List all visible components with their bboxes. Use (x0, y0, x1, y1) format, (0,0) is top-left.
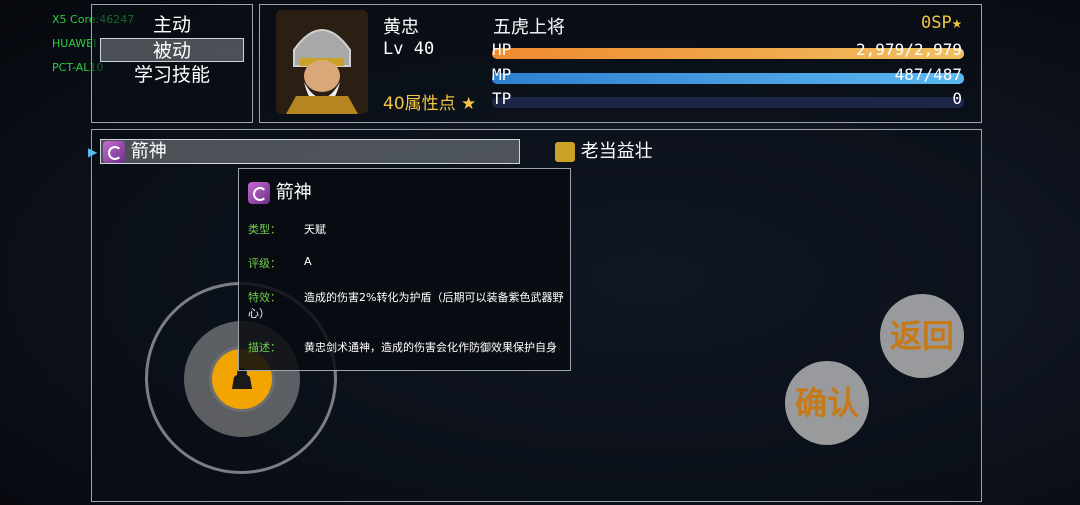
tooltip-grade-value: A (304, 255, 312, 268)
skill-laodangyizhuang-label: 老当益壮 (580, 141, 653, 162)
tooltip-skill-icon (248, 182, 270, 204)
confirm-button[interactable]: 确认 (785, 361, 869, 445)
selection-cursor-icon: ▶ (88, 145, 98, 159)
tooltip-title: 箭神 (248, 178, 312, 204)
tooltip-effect-value-cont: 心） (248, 307, 270, 320)
menu-learn-skills[interactable]: 学习技能 (100, 63, 244, 87)
skill-item-laodangyizhuang[interactable]: 老当益壮 (555, 139, 653, 164)
hp-label: HP (492, 40, 512, 59)
sp-star-icon: ★ (951, 13, 962, 33)
tooltip-effect-label: 特效： (248, 291, 281, 304)
sp-counter: 0SP★ (921, 13, 962, 33)
hero-level: Lv 40 (383, 39, 435, 59)
hero-portrait (276, 10, 368, 114)
star-icon: ★ (461, 94, 477, 114)
tooltip-title-text: 箭神 (275, 182, 312, 203)
menu-active-skills[interactable]: 主动 (100, 13, 244, 37)
hp-value: 2,979/2,979 (856, 40, 962, 59)
tooltip-desc-value: 黄忠剑术通神，造成的伤害会化作防御效果保护自身 (304, 341, 557, 354)
skill-jianshen-label: 箭神 (130, 141, 167, 162)
back-button[interactable]: 返回 (880, 294, 964, 378)
hero-name: 黄忠 (383, 17, 419, 38)
tooltip-type-label: 类型： (248, 223, 281, 236)
attribute-points: 40属性点 ★ (383, 89, 476, 114)
menu-passive-skills[interactable]: 被动 (100, 38, 244, 62)
mp-label: MP (492, 65, 512, 84)
skill-jianshen-icon (103, 141, 125, 163)
hero-title: 五虎上将 (493, 17, 565, 38)
debug-brand-text: HUAWEI (52, 37, 97, 50)
tp-value: 0 (952, 89, 962, 108)
tooltip-effect-value: 造成的伤害2%转化为护盾（后期可以装备紫色武器野 (304, 291, 564, 304)
mp-value: 487/487 (894, 65, 962, 84)
skill-laodangyizhuang-icon (555, 142, 575, 162)
tp-label: TP (492, 89, 512, 108)
tooltip-type-value: 天赋 (304, 223, 326, 236)
sp-text: 0SP (921, 13, 952, 33)
attribute-points-text: 40属性点 (383, 94, 456, 114)
mp-bar (492, 73, 964, 84)
skill-item-jianshen[interactable]: 箭神 (100, 139, 520, 164)
tooltip-desc-label: 描述： (248, 341, 281, 354)
tooltip-grade-label: 评级： (248, 257, 281, 270)
tp-bar (492, 97, 964, 108)
